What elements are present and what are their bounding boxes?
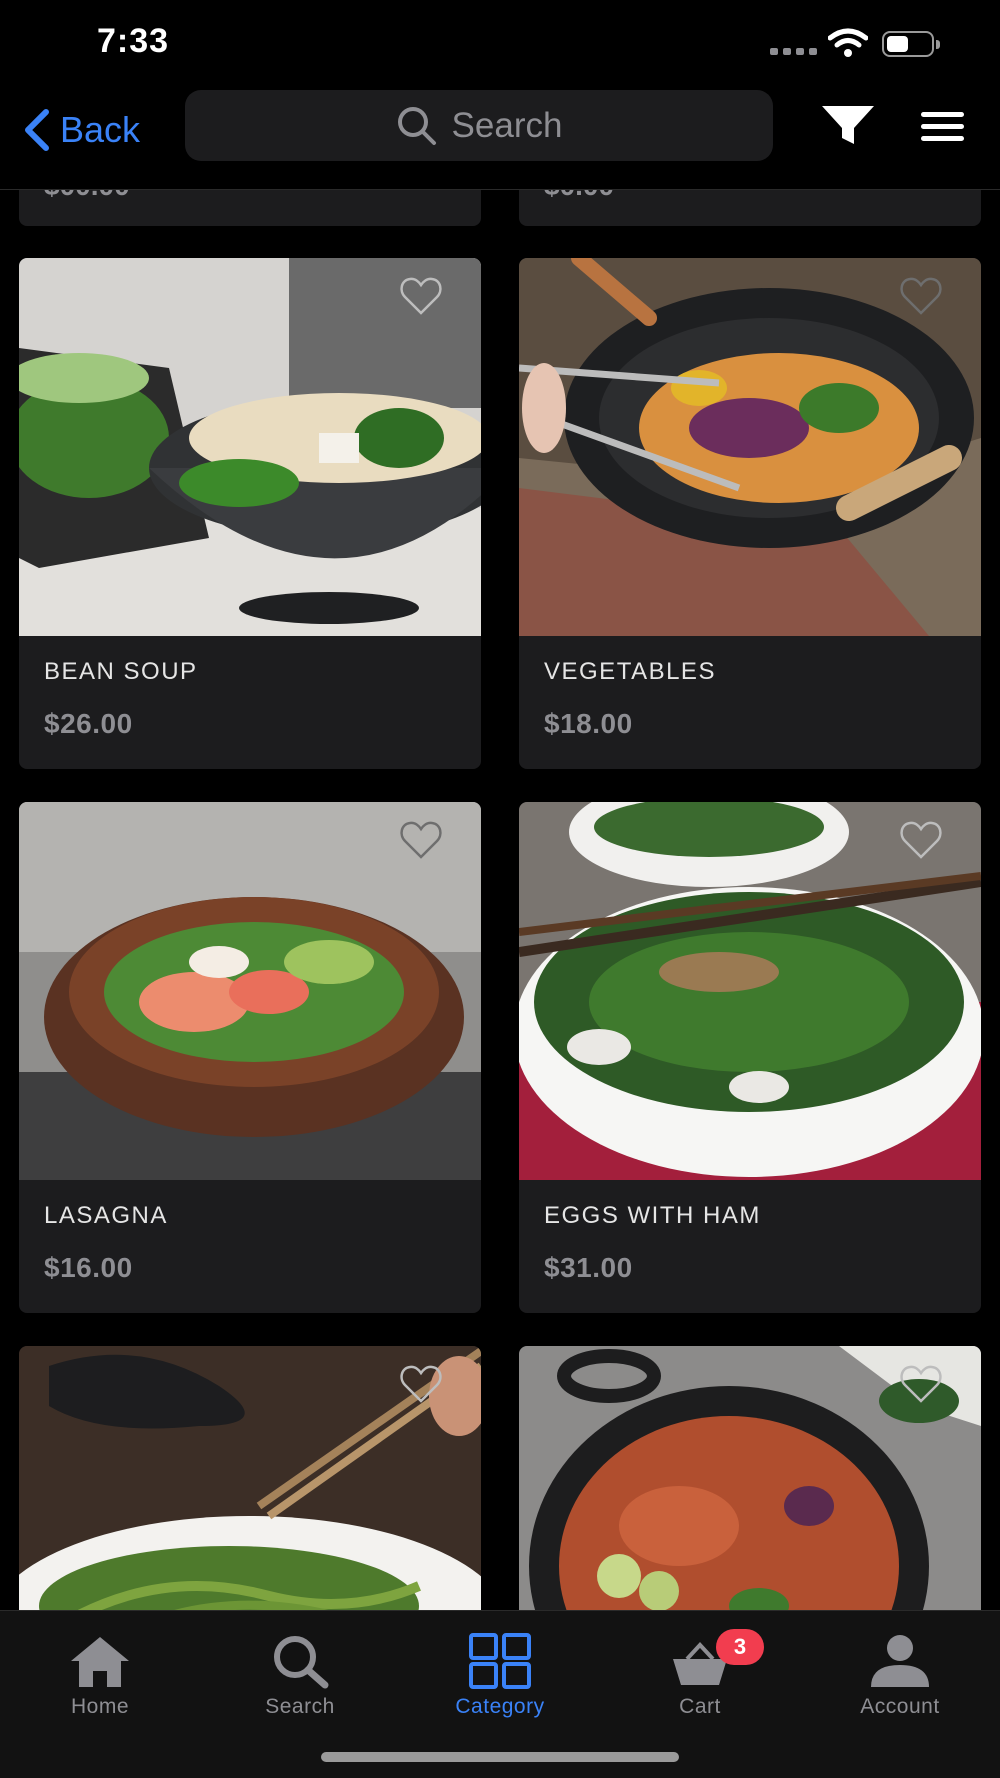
product-price: $00.00 bbox=[44, 190, 130, 202]
search-placeholder: Search bbox=[451, 105, 563, 145]
tab-account[interactable]: Account bbox=[820, 1625, 980, 1719]
tab-home[interactable]: Home bbox=[20, 1625, 180, 1719]
cart-badge: 3 bbox=[716, 1629, 764, 1665]
heart-icon[interactable] bbox=[399, 276, 443, 316]
person-icon bbox=[871, 1635, 929, 1687]
chevron-left-icon bbox=[25, 109, 49, 151]
search-input[interactable]: Search bbox=[185, 90, 773, 161]
product-card[interactable] bbox=[19, 1346, 481, 1610]
tab-label: Home bbox=[70, 1695, 130, 1718]
tab-label: Account bbox=[860, 1695, 940, 1718]
product-card-partial[interactable]: $0.00 bbox=[519, 190, 981, 226]
product-card[interactable]: LASAGNA $16.00 bbox=[19, 802, 481, 1313]
product-title: LASAGNA bbox=[44, 1202, 168, 1229]
product-title: EGGS WITH HAM bbox=[544, 1202, 761, 1229]
product-card[interactable]: EGGS WITH HAM $31.00 bbox=[519, 802, 981, 1313]
tab-category[interactable]: Category bbox=[420, 1625, 580, 1719]
product-card-partial[interactable]: $00.00 bbox=[19, 190, 481, 226]
status-bar: 7:33 bbox=[0, 0, 1000, 88]
product-price: $18.00 bbox=[544, 708, 633, 739]
tab-label: Cart bbox=[679, 1695, 721, 1718]
product-price: $0.00 bbox=[544, 190, 614, 202]
grid-icon bbox=[469, 1633, 531, 1689]
back-label: Back bbox=[60, 109, 141, 150]
battery-icon bbox=[882, 31, 940, 57]
product-title: BEAN SOUP bbox=[44, 658, 198, 685]
hamburger-menu-icon[interactable] bbox=[921, 112, 964, 148]
wifi-icon bbox=[828, 28, 868, 57]
heart-icon[interactable] bbox=[399, 820, 443, 860]
product-price: $26.00 bbox=[44, 708, 133, 739]
navigation-bar: Back Search bbox=[0, 88, 1000, 190]
product-card[interactable]: BEAN SOUP $26.00 bbox=[19, 258, 481, 769]
tab-cart[interactable]: 3 Cart bbox=[620, 1625, 780, 1719]
home-icon bbox=[71, 1637, 129, 1687]
tab-label: Category bbox=[455, 1695, 545, 1718]
search-icon bbox=[397, 106, 436, 145]
product-price: $31.00 bbox=[544, 1252, 633, 1283]
heart-icon[interactable] bbox=[899, 820, 943, 860]
product-card[interactable]: VEGETABLES $18.00 bbox=[519, 258, 981, 769]
product-price: $16.00 bbox=[44, 1252, 133, 1283]
cellular-signal-icon bbox=[770, 48, 817, 55]
tab-label: Search bbox=[265, 1695, 335, 1718]
product-title: VEGETABLES bbox=[544, 658, 716, 685]
back-button[interactable]: Back bbox=[22, 102, 140, 158]
search-icon bbox=[274, 1636, 329, 1689]
tab-search[interactable]: Search bbox=[220, 1625, 380, 1719]
heart-icon[interactable] bbox=[399, 1364, 443, 1404]
product-card[interactable] bbox=[519, 1346, 981, 1610]
home-indicator[interactable] bbox=[321, 1752, 679, 1762]
heart-icon[interactable] bbox=[899, 1364, 943, 1404]
status-time: 7:33 bbox=[97, 22, 170, 60]
product-grid: $00.00 $0.00 BEAN bbox=[0, 190, 1000, 1610]
heart-icon[interactable] bbox=[899, 276, 943, 316]
filter-icon[interactable] bbox=[820, 104, 876, 146]
